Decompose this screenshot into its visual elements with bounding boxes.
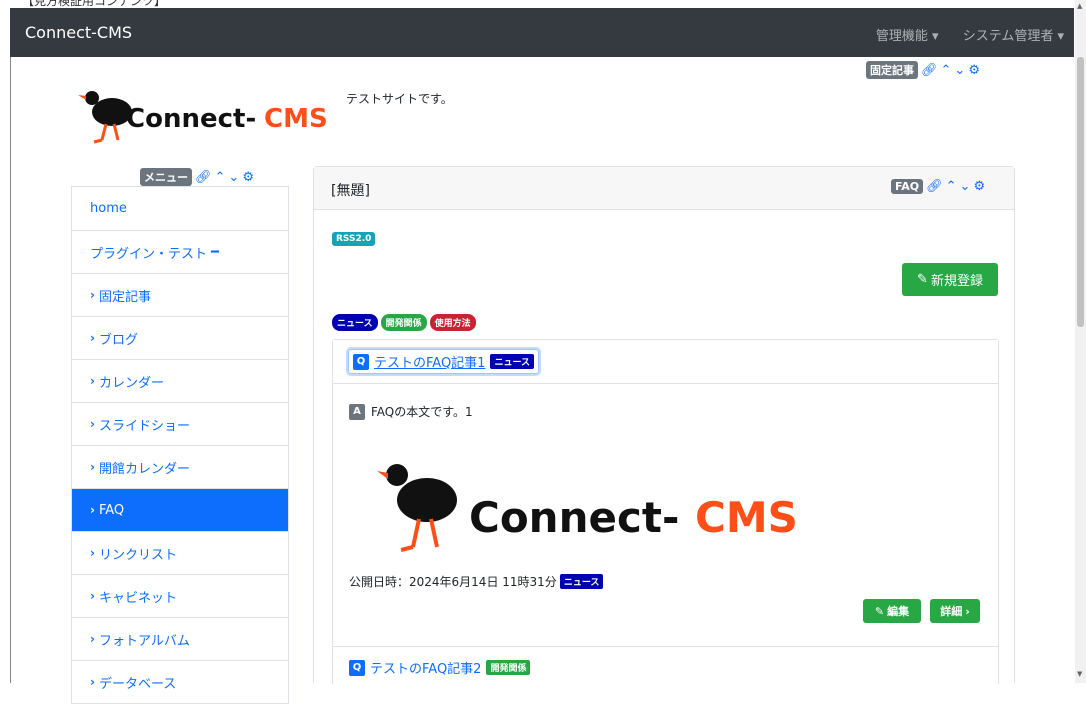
site-description: テストサイトです。 — [346, 92, 453, 106]
answer-logo-text-connect: Connect- — [469, 493, 680, 542]
menu-item-opening-calendar[interactable]: › 開館カレンダー — [72, 446, 288, 489]
chevron-right-icon: › — [90, 460, 95, 474]
answer-logo-text-cms: CMS — [695, 493, 798, 542]
rss-badge[interactable]: RSS2.0 — [332, 232, 376, 246]
chevron-up-icon[interactable]: ⌃ — [941, 64, 952, 77]
window-title-strip: 【見方検証用コンテンツ】 — [0, 0, 1086, 8]
gear-icon[interactable]: ⚙ — [242, 171, 254, 184]
link-icon[interactable]: 🔗︎ — [921, 64, 938, 77]
bird-logo-icon — [377, 464, 457, 552]
navbar-menu: 管理機能 ▾ システム管理者 ▾ — [856, 25, 1064, 44]
scroll-up-arrow-icon[interactable]: ▲ — [1077, 2, 1082, 10]
chevron-right-icon: › — [90, 589, 95, 603]
faq-answer: A FAQの本文です。1 — [349, 403, 473, 420]
user-menu-dropdown[interactable]: システム管理者 ▾ — [953, 29, 1064, 44]
faq-question-row: Q テストのFAQ記事1 ニュース — [333, 340, 998, 384]
admin-menu-dropdown[interactable]: 管理機能 ▾ — [866, 29, 939, 44]
chevron-up-icon[interactable]: ⌃ — [946, 180, 957, 193]
chevron-right-icon: › — [90, 632, 95, 646]
expand-dash-icon: ━ — [211, 244, 219, 260]
side-menu: home プラグイン・テスト ━ › 固定記事 › ブログ › カレンダー › スライドシ… — [71, 186, 289, 704]
faq-frame-badge: FAQ — [891, 179, 924, 194]
menu-item-faq[interactable]: › FAQ — [72, 489, 288, 532]
chevron-down-icon[interactable]: ⌄ — [954, 64, 965, 77]
faq-frame-title: [無題] — [331, 183, 370, 199]
logo-text-connect: Connect- — [126, 104, 257, 134]
category-filter: ニュース 開発関係 使用方法 — [332, 314, 476, 331]
edit-icon: ✎ — [917, 272, 928, 287]
chevron-up-icon[interactable]: ⌃ — [215, 171, 226, 184]
chevron-right-icon: › — [90, 417, 95, 431]
category-badge: ニュース — [559, 574, 604, 589]
link-icon[interactable]: 🔗︎ — [195, 171, 212, 184]
scroll-down-arrow-icon[interactable]: ▼ — [1077, 670, 1082, 678]
published-date: 公開日時：2024年6月14日 11時31分 ニュース — [349, 573, 604, 590]
top-navbar: Connect-CMS 管理機能 ▾ システム管理者 ▾ — [10, 8, 1074, 57]
fixed-article-frame-tools: 固定記事 🔗︎ ⌃ ⌄ ⚙ — [866, 61, 980, 79]
category-pill-usage[interactable]: 使用方法 — [429, 314, 476, 331]
category-badge: ニュース — [490, 354, 535, 369]
question-mark-icon: Q — [349, 659, 365, 676]
faq-question-row-2: Q テストのFAQ記事2 開発関係 — [349, 658, 531, 677]
menu-item-calendar[interactable]: › カレンダー — [72, 360, 288, 403]
faq-item-divider — [333, 646, 998, 647]
scrollbar-thumb[interactable] — [1077, 57, 1084, 327]
fixed-article-badge: 固定記事 — [866, 61, 918, 79]
navbar-brand[interactable]: Connect-CMS — [25, 23, 132, 42]
chevron-right-icon: › — [90, 288, 95, 302]
detail-button[interactable]: 詳細 › — [930, 599, 980, 623]
faq-frame-tools: FAQ 🔗︎ ⌃ ⌄ ⚙ — [891, 179, 985, 194]
chevron-right-icon: › — [90, 503, 95, 517]
site-logo[interactable]: Connect- CMS — [78, 82, 338, 144]
category-pill-dev[interactable]: 開発関係 — [380, 314, 427, 331]
answer-mark-icon: A — [349, 403, 365, 420]
faq-item: Q テストのFAQ記事1 ニュース A FAQの本文です。1 Connect- … — [332, 339, 999, 684]
menu-item-plugin-test[interactable]: プラグイン・テスト ━ — [72, 231, 288, 274]
faq-frame: [無題] FAQ 🔗︎ ⌃ ⌄ ⚙ RSS2.0 ✎ 新規登録 ニュース 開発関… — [313, 166, 1015, 684]
menu-item-blog[interactable]: › ブログ — [72, 317, 288, 360]
gear-icon[interactable]: ⚙ — [973, 180, 985, 193]
category-badge: 開発関係 — [486, 660, 531, 675]
new-entry-button[interactable]: ✎ 新規登録 — [902, 263, 998, 296]
faq-frame-header: [無題] FAQ 🔗︎ ⌃ ⌄ ⚙ — [314, 167, 1014, 210]
chevron-down-icon[interactable]: ⌄ — [960, 180, 971, 193]
answer-logo-image: Connect- CMS — [377, 455, 807, 555]
chevron-down-icon[interactable]: ⌄ — [228, 171, 239, 184]
link-icon[interactable]: 🔗︎ — [926, 180, 943, 193]
chevron-right-icon: › — [90, 675, 95, 689]
menu-item-cabinet[interactable]: › キャビネット — [72, 575, 288, 618]
menu-frame-tools: メニュー 🔗︎ ⌃ ⌄ ⚙ — [140, 168, 254, 186]
faq-question-link-2[interactable]: テストのFAQ記事2 — [370, 658, 481, 677]
logo-text-cms: CMS — [264, 104, 328, 134]
chevron-right-icon: › — [90, 546, 95, 560]
menu-frame-badge: メニュー — [140, 168, 192, 186]
menu-item-link-list[interactable]: › リンクリスト — [72, 532, 288, 575]
page-scrollbar[interactable]: ▲ ▼ — [1075, 0, 1086, 683]
question-mark-icon: Q — [353, 353, 369, 370]
edit-button[interactable]: ✎ 編集 — [863, 599, 921, 623]
chevron-right-icon: › — [90, 331, 95, 345]
edit-icon: ✎ — [874, 604, 885, 618]
category-pill-news[interactable]: ニュース — [332, 314, 378, 331]
chevron-right-icon: › — [965, 604, 970, 618]
faq-question-link[interactable]: Q テストのFAQ記事1 ニュース — [348, 349, 540, 374]
menu-item-slideshow[interactable]: › スライドショー — [72, 403, 288, 446]
chevron-right-icon: › — [90, 374, 95, 388]
left-border — [10, 57, 11, 683]
menu-item-fixed-article[interactable]: › 固定記事 — [72, 274, 288, 317]
menu-item-photo-album[interactable]: › フォトアルバム — [72, 618, 288, 661]
window-title: 【見方検証用コンテンツ】 — [22, 0, 167, 8]
menu-item-home[interactable]: home — [72, 187, 288, 231]
gear-icon[interactable]: ⚙ — [968, 64, 980, 77]
